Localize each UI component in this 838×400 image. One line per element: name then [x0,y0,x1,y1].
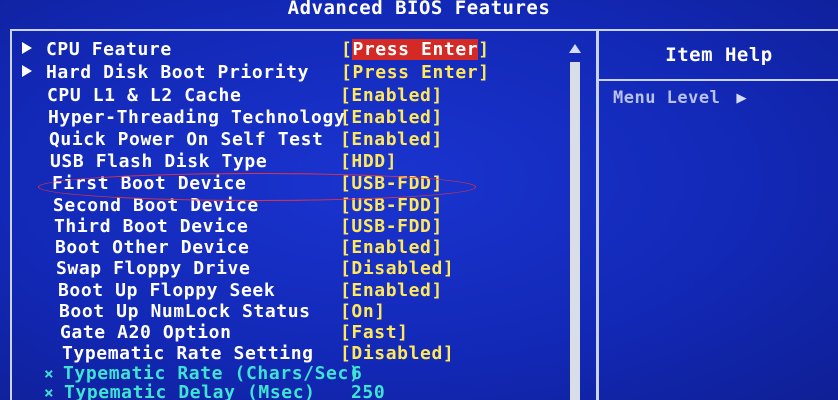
setting-row-typematic-delay: × Typematic Delay (Msec) 250 [0,383,560,400]
scrollbar[interactable] [568,40,582,400]
setting-row-typematic-rate-setting[interactable]: Typematic Rate Setting [Disabled] [0,344,560,365]
setting-label: Boot Other Device [55,237,250,258]
annotation-oval [38,173,476,201]
setting-label: Boot Up Floppy Seek [58,280,276,301]
setting-value-text: Press Enter [352,62,479,83]
setting-value[interactable]: [Disabled] [340,259,454,279]
menu-level: Menu Level ▶ [613,88,747,108]
menu-level-label: Menu Level [613,88,721,108]
setting-label: USB Flash Disk Type [50,151,268,172]
setting-label: Quick Power On Self Test [49,129,324,150]
setting-value[interactable]: [Enabled] [340,281,443,301]
item-help-title: Item Help [665,44,773,66]
setting-label: CPU L1 & L2 Cache [47,85,242,106]
setting-value: 250 [351,382,386,400]
setting-label: CPU Feature [46,39,172,60]
setting-row-numlock-status[interactable]: Boot Up NumLock Status [On] [0,302,560,323]
setting-row-hard-disk-boot-priority[interactable]: Hard Disk Boot Priority [Press Enter] [0,63,560,84]
setting-label: Typematic Delay (Msec) [64,382,316,400]
page-title: Advanced BIOS Features [287,0,551,19]
setting-label: Typematic Rate Setting [62,343,314,364]
setting-label: Swap Floppy Drive [56,258,251,279]
help-separator [599,79,838,81]
setting-row-third-boot-device[interactable]: Third Boot Device [USB-FDD] [0,217,560,238]
setting-value[interactable]: [Press Enter] [341,63,490,83]
setting-value[interactable]: [Fast] [340,323,409,343]
setting-value[interactable]: [Enabled] [340,86,443,106]
submenu-pointer-icon [22,42,32,54]
setting-value[interactable]: [Enabled] [340,238,443,258]
scroll-track[interactable] [570,62,580,400]
setting-value[interactable]: [Press Enter] [341,39,490,60]
setting-row-swap-floppy-drive[interactable]: Swap Floppy Drive [Disabled] [0,259,560,280]
setting-label: Typematic Rate (Chars/Sec) [63,363,361,384]
bios-screen: Advanced BIOS Features Item Help Menu Le… [0,0,838,400]
setting-label: Boot Up NumLock Status [59,301,311,322]
menu-level-arrow-icon: ▶ [736,88,748,108]
setting-label: Gate A20 Option [60,322,232,343]
submenu-pointer-icon [22,65,32,77]
disabled-x-icon: × [44,383,54,400]
setting-label: Third Boot Device [54,216,249,237]
setting-value[interactable]: [Enabled] [340,108,443,128]
setting-value[interactable]: [Enabled] [340,130,443,150]
setting-row-boot-up-floppy-seek[interactable]: Boot Up Floppy Seek [Enabled] [0,281,560,302]
scroll-up-icon[interactable] [569,44,581,53]
panel-divider [596,29,599,400]
setting-value[interactable]: [HDD] [340,152,397,172]
selected-value-text: Press Enter [352,39,479,60]
setting-value: 6 [351,363,363,384]
setting-value[interactable]: [On] [340,302,386,322]
setting-row-hyper-threading[interactable]: Hyper-Threading Technology [Enabled] [0,108,560,129]
setting-value[interactable]: [USB-FDD] [340,217,443,237]
setting-row-usb-flash-disk-type[interactable]: USB Flash Disk Type [HDD] [0,152,560,173]
setting-row-cpu-feature[interactable]: CPU Feature [Press Enter] [0,39,560,61]
setting-row-boot-other-device[interactable]: Boot Other Device [Enabled] [0,238,560,259]
setting-label: Hard Disk Boot Priority [46,62,310,83]
disabled-x-icon: × [44,364,54,383]
setting-row-gate-a20-option[interactable]: Gate A20 Option [Fast] [0,323,560,344]
setting-row-cpu-cache[interactable]: CPU L1 & L2 Cache [Enabled] [0,86,560,107]
setting-value[interactable]: [Disabled] [340,344,454,364]
setting-label: Hyper-Threading Technology [48,107,346,128]
setting-row-quick-power-on[interactable]: Quick Power On Self Test [Enabled] [0,130,560,151]
